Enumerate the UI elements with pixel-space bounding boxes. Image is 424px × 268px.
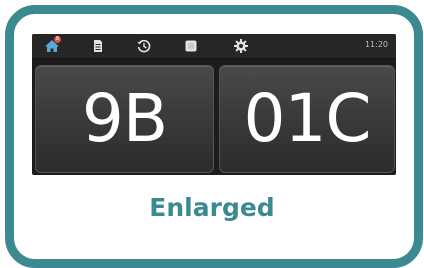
display-value-right: 01C bbox=[243, 80, 371, 157]
device-screen: 8 11:20 9B 01C bbox=[32, 34, 396, 175]
history-icon[interactable] bbox=[136, 38, 152, 54]
notification-badge: 8 bbox=[54, 36, 61, 43]
home-icon[interactable]: 8 bbox=[44, 36, 61, 54]
gear-icon[interactable] bbox=[233, 38, 249, 54]
display-tile-right[interactable]: 01C bbox=[219, 65, 395, 173]
display-value-left: 9B bbox=[81, 80, 168, 157]
status-bar: 8 11:20 bbox=[32, 34, 396, 59]
display-tile-left[interactable]: 9B bbox=[35, 65, 214, 173]
stop-icon[interactable] bbox=[183, 38, 199, 54]
status-time: 11:20 bbox=[364, 40, 388, 49]
document-icon[interactable] bbox=[90, 38, 106, 54]
caption-label: Enlarged bbox=[149, 193, 275, 222]
